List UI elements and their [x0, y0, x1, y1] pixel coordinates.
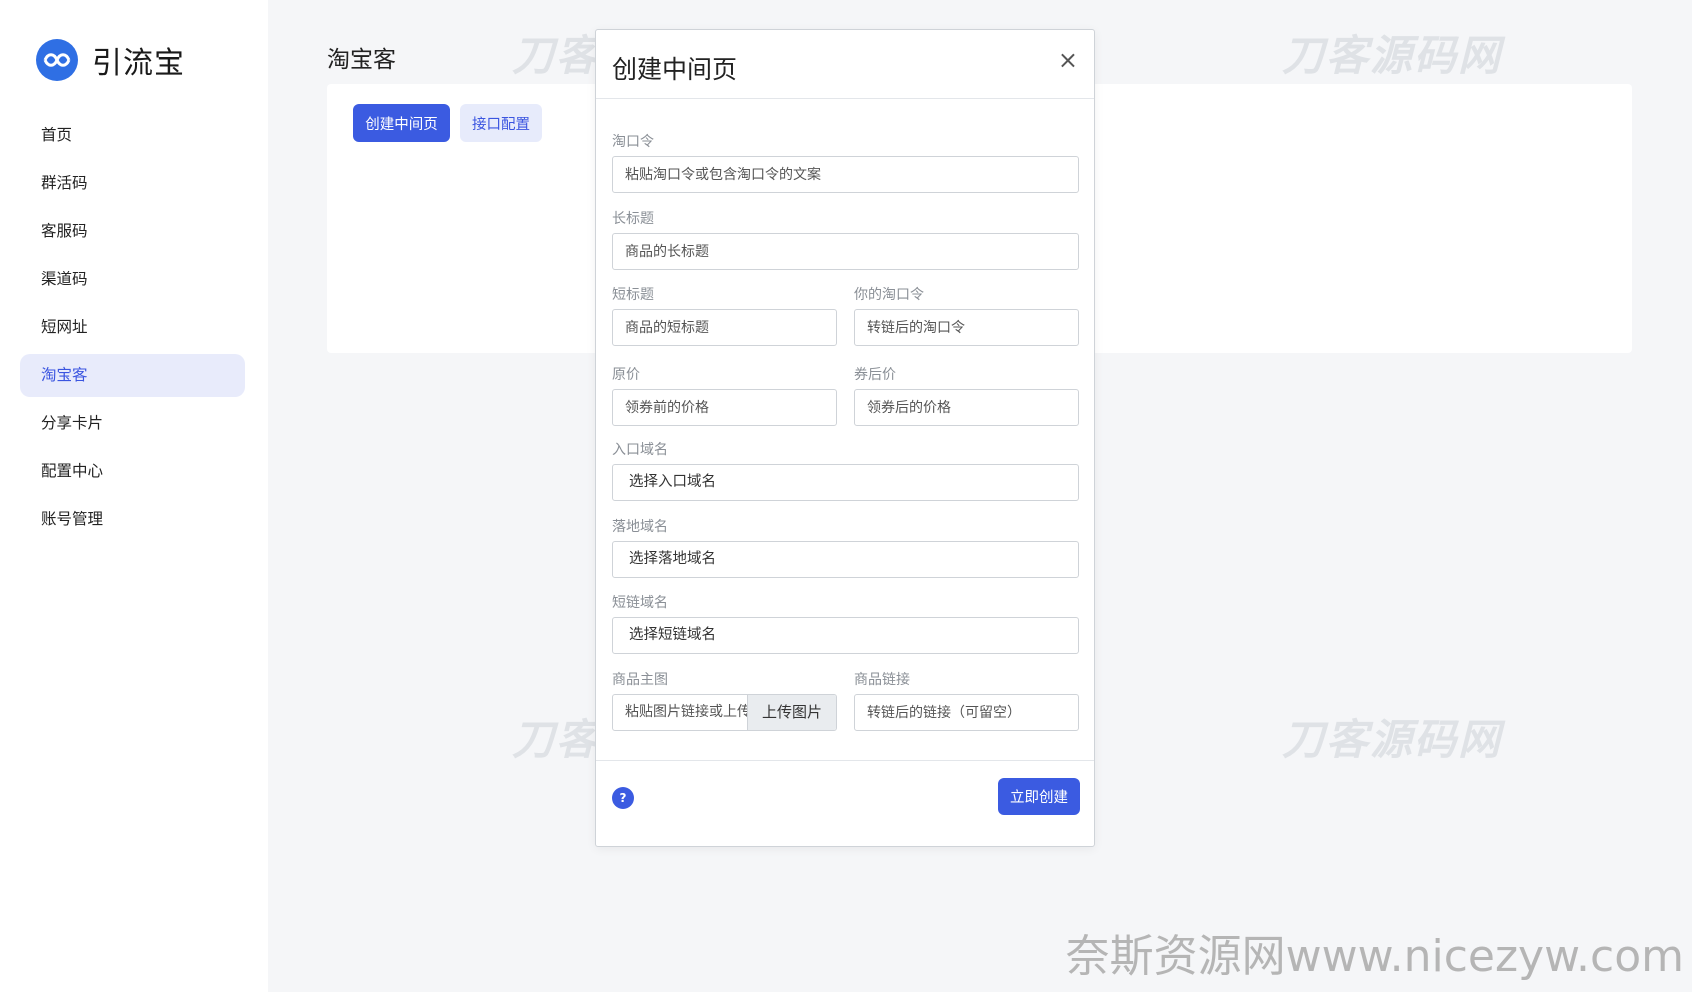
modal-footer: ? 立即创建: [596, 760, 1094, 847]
modal-title: 创建中间页: [612, 55, 738, 84]
main-image-input[interactable]: 粘贴图片链接或上传: [613, 695, 747, 730]
create-page-modal: 创建中间页 × 淘口令 长标题 短标题 你的淘口令 原价 券后价 入口域名 选择…: [595, 29, 1095, 847]
long-title-label: 长标题: [612, 211, 654, 227]
footer-watermark: 奈斯资源网www.nicezyw.com: [1065, 931, 1684, 982]
product-link-input[interactable]: [854, 694, 1079, 731]
create-page-button[interactable]: 创建中间页: [353, 104, 450, 142]
sidebar-item-short-url[interactable]: 短网址: [20, 306, 245, 349]
short-domain-label: 短链域名: [612, 595, 668, 611]
help-icon[interactable]: ?: [612, 787, 634, 809]
sidebar-item-account[interactable]: 账号管理: [20, 498, 245, 541]
upload-image-button[interactable]: 上传图片: [747, 695, 836, 730]
api-config-button[interactable]: 接口配置: [460, 104, 542, 142]
your-tkl-input[interactable]: [854, 309, 1079, 346]
chat-bubbles-logo-icon: [36, 39, 78, 81]
brand-name: 引流宝: [92, 46, 185, 81]
entry-domain-label: 入口域名: [612, 442, 668, 458]
sidebar-item-config-center[interactable]: 配置中心: [20, 450, 245, 493]
short-domain-select[interactable]: 选择短链域名: [612, 617, 1079, 654]
coupon-price-input[interactable]: [854, 389, 1079, 426]
create-now-button[interactable]: 立即创建: [998, 778, 1080, 815]
main-image-label: 商品主图: [612, 672, 668, 688]
tkl-input[interactable]: [612, 156, 1079, 193]
sidebar-item-group-code[interactable]: 群活码: [20, 162, 245, 205]
your-tkl-label: 你的淘口令: [854, 287, 924, 303]
sidebar: 引流宝 首页 群活码 客服码 渠道码 短网址 淘宝客 分享卡片 配置中心 账号管…: [0, 0, 268, 992]
sidebar-item-share-card[interactable]: 分享卡片: [20, 402, 245, 445]
page-title: 淘宝客: [327, 47, 396, 73]
sidebar-nav: 首页 群活码 客服码 渠道码 短网址 淘宝客 分享卡片 配置中心 账号管理: [20, 114, 245, 546]
original-price-label: 原价: [612, 367, 640, 383]
close-icon[interactable]: ×: [1058, 48, 1078, 72]
sidebar-item-taobaoke[interactable]: 淘宝客: [20, 354, 245, 397]
watermark: 刀客源码网: [1282, 715, 1503, 764]
tkl-label: 淘口令: [612, 134, 654, 150]
main-image-upload-group: 粘贴图片链接或上传 上传图片: [612, 694, 837, 731]
sidebar-item-channel-code[interactable]: 渠道码: [20, 258, 245, 301]
product-link-label: 商品链接: [854, 672, 910, 688]
coupon-price-label: 券后价: [854, 367, 896, 383]
landing-domain-select[interactable]: 选择落地域名: [612, 541, 1079, 578]
sidebar-item-home[interactable]: 首页: [20, 114, 245, 157]
brand[interactable]: 引流宝: [36, 38, 185, 82]
sidebar-item-service-code[interactable]: 客服码: [20, 210, 245, 253]
short-title-label: 短标题: [612, 287, 654, 303]
original-price-input[interactable]: [612, 389, 837, 426]
modal-header: 创建中间页 ×: [596, 30, 1094, 99]
short-title-input[interactable]: [612, 309, 837, 346]
long-title-input[interactable]: [612, 233, 1079, 270]
entry-domain-select[interactable]: 选择入口域名: [612, 464, 1079, 501]
landing-domain-label: 落地域名: [612, 519, 668, 535]
watermark: 刀客源码网: [1282, 31, 1503, 80]
